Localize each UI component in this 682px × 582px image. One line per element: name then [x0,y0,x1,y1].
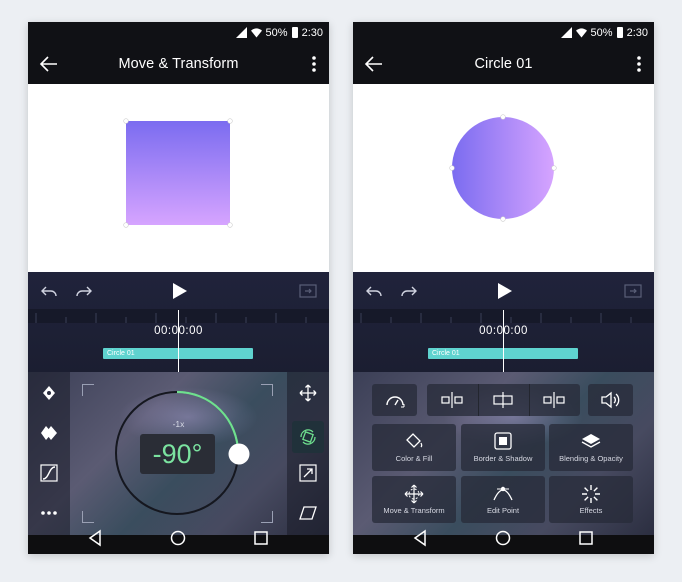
battery-percent: 50% [265,26,288,39]
more-vert-icon[interactable] [634,53,644,75]
rotation-knob[interactable] [227,442,251,466]
clock: 2:30 [626,26,648,39]
scale-icon [299,464,317,482]
align-center-icon[interactable] [491,392,515,408]
right-tool-column [287,372,329,535]
more-vert-icon[interactable] [309,53,319,75]
back-arrow-icon[interactable] [363,53,385,75]
move-arrows-icon [299,384,317,402]
tool-blending-opacity[interactable]: Blending & Opacity [549,424,633,471]
phone-move-transform: 50% 2:30 Move & Transform Circle 01 -1x … [28,22,329,554]
rotation-value[interactable]: -90° [140,434,215,474]
divider [478,384,479,416]
circle-shape[interactable] [353,84,654,272]
square-shape[interactable] [28,84,329,272]
align-right-icon[interactable] [542,392,566,408]
align-group [427,384,580,416]
app-bar: Move & Transform [28,43,329,84]
redo-icon[interactable] [400,283,418,299]
paint-bucket-icon [406,433,423,448]
rotation-speed: -1x [172,419,185,429]
play-icon[interactable] [170,282,188,300]
nav-recents-icon[interactable] [252,529,270,547]
phone-circle-properties: 50% 2:30 Circle 01 Circle 01 Color & Fil… [353,22,654,554]
tool-label: Border & Shadow [473,454,533,463]
speedometer-icon [385,396,404,408]
nav-home-icon[interactable] [169,529,187,547]
artboard-canvas[interactable] [353,84,654,272]
app-bar: Circle 01 [353,43,654,84]
keyframe-button[interactable] [37,381,61,405]
page-title: Circle 01 [474,55,533,72]
frame-corner [82,384,94,396]
wifi-icon [250,28,262,38]
border-shadow-icon [494,432,512,450]
playhead[interactable] [503,310,504,372]
align-left-icon[interactable] [440,392,464,408]
audio-button[interactable] [588,384,633,416]
tool-border-shadow[interactable]: Border & Shadow [461,424,545,471]
tool-label: Move & Transform [383,506,445,515]
battery-percent: 50% [590,26,613,39]
nav-back-icon[interactable] [411,529,429,547]
artboard-canvas[interactable] [28,84,329,272]
blending-icon [581,434,601,448]
divider [529,384,530,416]
signal-icon [235,27,247,38]
battery-icon [291,27,298,38]
tool-label: Color & Fill [395,454,433,463]
frame-corner [261,384,273,396]
nav-back-icon[interactable] [86,529,104,547]
easing-button[interactable] [37,461,61,485]
status-bar: 50% 2:30 [28,22,329,43]
volume-icon [600,391,619,409]
status-bar: 50% 2:30 [353,22,654,43]
playhead[interactable] [178,310,179,372]
nav-recents-icon[interactable] [577,529,595,547]
rotate-button[interactable] [292,421,324,453]
tool-label: Effects [579,506,603,515]
redo-icon[interactable] [75,283,93,299]
properties-panel: Color & Fill Border & Shadow Blending & … [353,372,654,535]
wifi-icon [575,28,587,38]
clock: 2:30 [301,26,323,39]
loop-icon[interactable] [624,283,642,299]
undo-icon[interactable] [365,283,383,299]
move-transform-icon [404,484,424,504]
back-arrow-icon[interactable] [38,53,60,75]
play-icon[interactable] [495,282,513,300]
tool-color-fill[interactable]: Color & Fill [372,424,456,471]
page-title: Move & Transform [118,55,239,72]
move-button[interactable] [296,381,320,405]
signal-icon [560,27,572,38]
battery-icon [616,27,623,38]
undo-icon[interactable] [40,283,58,299]
rotate-icon [300,429,316,445]
edit-point-icon [493,486,513,501]
effects-icon [582,485,600,503]
left-tool-column [28,372,70,535]
keyframe-diamond-icon [43,386,55,400]
system-nav-bar [28,529,329,554]
system-nav-bar [353,529,654,554]
easing-curve-icon [40,464,58,482]
transform-panel: -1x -90° [28,372,329,535]
scale-button[interactable] [296,461,320,485]
tool-label: Edit Point [486,506,520,515]
tool-label: Blending & Opacity [559,454,623,463]
nav-home-icon[interactable] [494,529,512,547]
loop-icon[interactable] [299,283,317,299]
speed-button[interactable] [372,384,417,416]
